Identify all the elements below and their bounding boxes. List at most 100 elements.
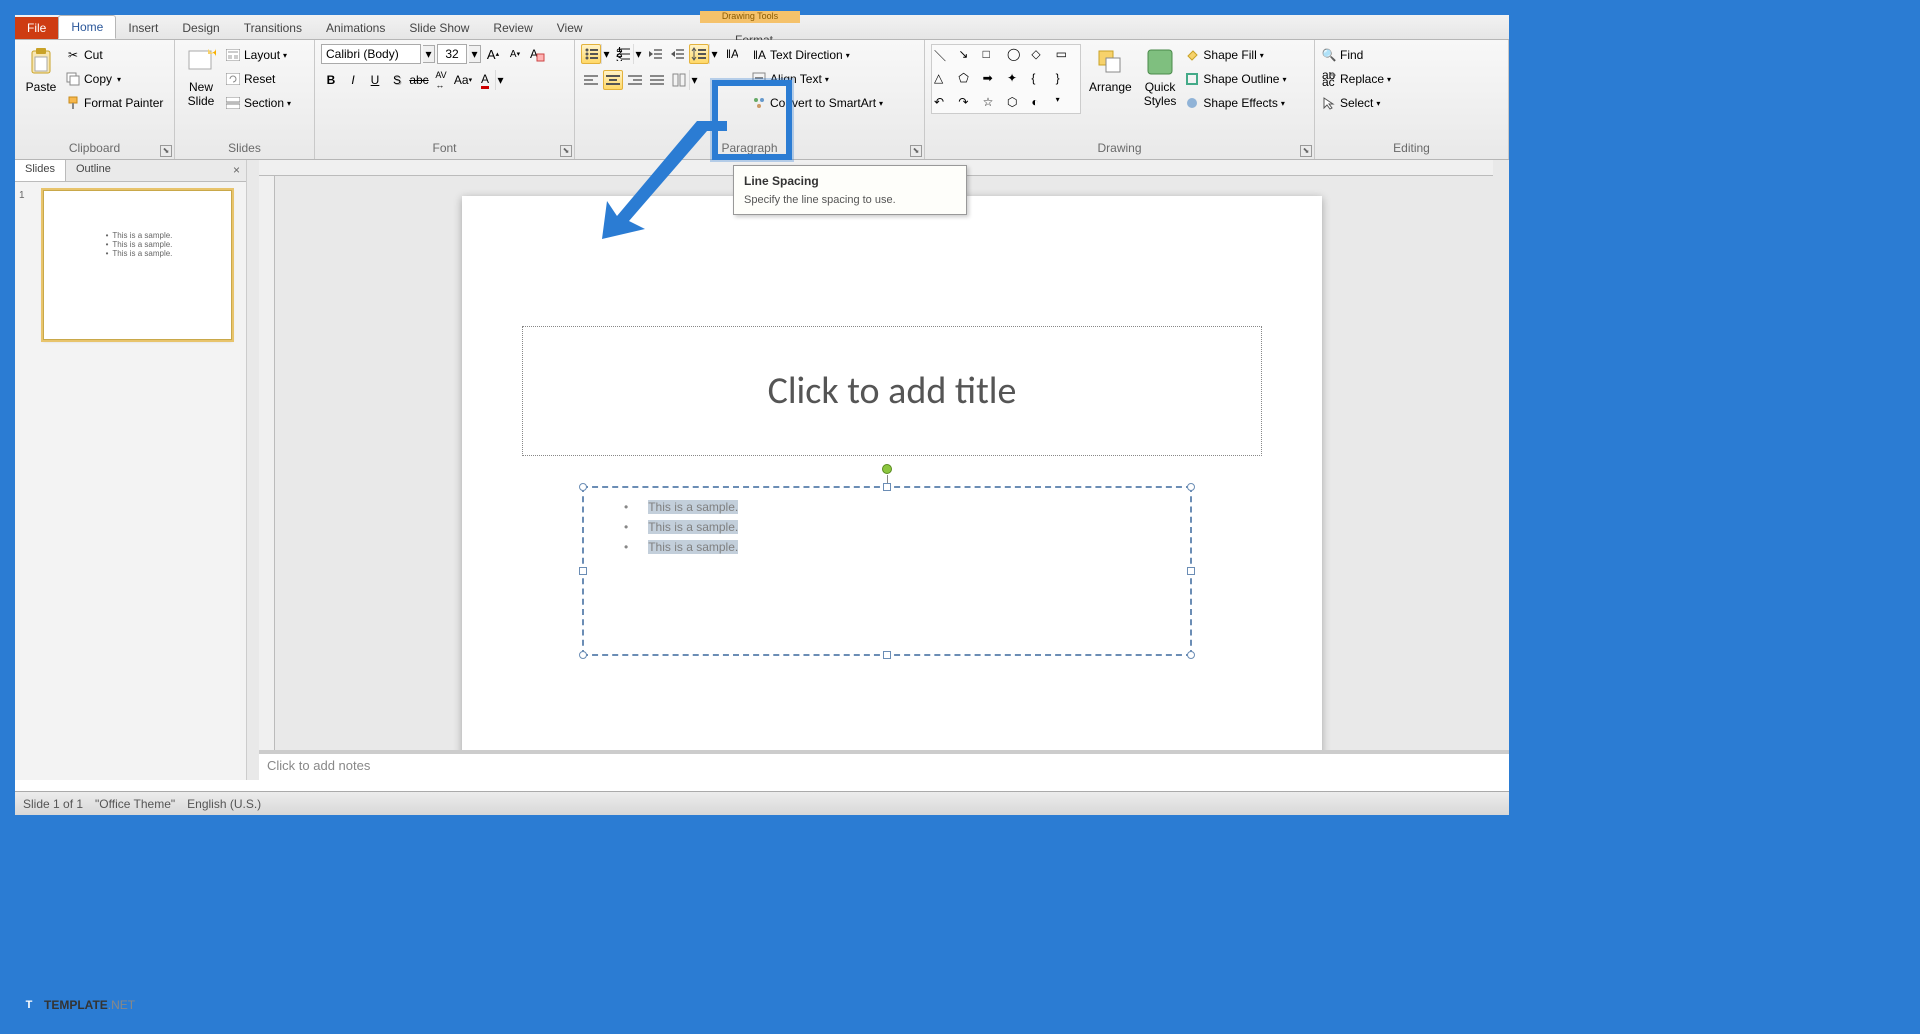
cut-button[interactable]: ✂Cut (65, 44, 163, 66)
editing-group-title: Editing (1393, 141, 1430, 155)
tooltip-body: Specify the line spacing to use. (744, 194, 956, 206)
shape-fill-button[interactable]: Shape Fill▾ (1184, 44, 1286, 66)
sel-handle-ne[interactable] (1187, 483, 1195, 491)
section-button[interactable]: Section▾ (225, 92, 291, 114)
pane-close-button[interactable]: × (227, 160, 246, 181)
shapes-gallery[interactable]: ＼↘□◯◇▭ △⬠➡✦{} ↶↷☆⬡◐▾ (931, 44, 1081, 114)
sel-handle-e[interactable] (1187, 567, 1195, 575)
tab-design[interactable]: Design (170, 17, 231, 39)
convert-smartart-button[interactable]: Convert to SmartArt▾ (751, 92, 883, 114)
slides-tab[interactable]: Slides (15, 160, 66, 181)
tab-slideshow[interactable]: Slide Show (397, 17, 481, 39)
sel-handle-sw[interactable] (579, 651, 587, 659)
align-left-button[interactable] (581, 70, 601, 90)
font-name-dropdown[interactable]: ▾ (423, 45, 435, 63)
find-button[interactable]: 🔍Find (1321, 44, 1363, 66)
font-color-button[interactable]: A (475, 70, 495, 90)
arrange-button[interactable]: Arrange (1085, 44, 1136, 96)
tooltip-title: Line Spacing (744, 174, 956, 188)
align-center-button[interactable] (603, 70, 623, 90)
tab-insert[interactable]: Insert (116, 17, 170, 39)
rotation-handle[interactable] (882, 464, 892, 474)
bullets-button[interactable] (581, 44, 601, 64)
sel-handle-s[interactable] (883, 651, 891, 659)
tab-home[interactable]: Home (58, 15, 116, 39)
text-direction-button[interactable]: ‖AText Direction▾ (751, 44, 883, 66)
content-placeholder[interactable]: •This is a sample. •This is a sample. •T… (582, 486, 1192, 656)
font-size-dropdown[interactable]: ▾ (469, 45, 481, 63)
numbering-dropdown[interactable]: ▾ (633, 44, 643, 64)
drawing-dialog-launcher[interactable]: ⬊ (1300, 145, 1312, 157)
columns-dropdown[interactable]: ▾ (689, 70, 699, 90)
fill-icon (1184, 47, 1200, 63)
layout-button[interactable]: Layout▾ (225, 44, 291, 66)
align-right-button[interactable] (625, 70, 645, 90)
bold-button[interactable]: B (321, 70, 341, 90)
bullet-1[interactable]: This is a sample. (648, 500, 738, 514)
font-dialog-launcher[interactable]: ⬊ (560, 145, 572, 157)
underline-button[interactable]: U (365, 70, 385, 90)
numbering-button[interactable]: 123 (613, 44, 633, 64)
font-color-dropdown[interactable]: ▾ (495, 70, 505, 90)
title-placeholder[interactable]: Click to add title (522, 326, 1262, 456)
shape-outline-button[interactable]: Shape Outline▾ (1184, 68, 1286, 90)
copy-icon (65, 71, 81, 87)
tab-animations[interactable]: Animations (314, 17, 397, 39)
select-button[interactable]: Select▾ (1321, 92, 1380, 114)
tab-file[interactable]: File (15, 17, 58, 39)
clipboard-dialog-launcher[interactable]: ⬊ (160, 145, 172, 157)
strikethrough-button[interactable]: abc (409, 70, 429, 90)
bullet-3[interactable]: This is a sample. (648, 540, 738, 554)
bullet-2[interactable]: This is a sample. (648, 520, 738, 534)
char-spacing-button[interactable]: AV↔ (431, 70, 451, 90)
paste-button[interactable]: Paste (21, 44, 61, 96)
format-painter-button[interactable]: Format Painter (65, 92, 163, 114)
replace-button[interactable]: abacReplace▾ (1321, 68, 1391, 90)
text-direction-toggle[interactable]: ‖A (721, 44, 741, 64)
clipboard-group-title: Clipboard (69, 141, 120, 155)
bullets-dropdown[interactable]: ▾ (601, 44, 611, 64)
shape-effects-button[interactable]: Shape Effects▾ (1184, 92, 1286, 114)
slide-thumbnail-1[interactable]: This is a sample. This is a sample. This… (43, 190, 232, 340)
new-slide-button[interactable]: ✦ New Slide (181, 44, 221, 110)
increase-indent-button[interactable] (667, 44, 687, 64)
status-language[interactable]: English (U.S.) (187, 797, 261, 811)
sel-handle-w[interactable] (579, 567, 587, 575)
decrease-indent-button[interactable] (645, 44, 665, 64)
layout-icon (225, 47, 241, 63)
line-spacing-button[interactable] (689, 44, 709, 64)
slide-canvas[interactable]: Click to add title •This is a sample. •T… (462, 196, 1322, 776)
paragraph-dialog-launcher[interactable]: ⬊ (910, 145, 922, 157)
status-theme: "Office Theme" (95, 797, 175, 811)
sel-handle-nw[interactable] (579, 483, 587, 491)
shrink-font-button[interactable]: A▾ (505, 44, 525, 64)
change-case-button[interactable]: Aa▾ (453, 70, 473, 90)
contextual-tab-label: Drawing Tools (700, 11, 800, 23)
shadow-button[interactable]: S (387, 70, 407, 90)
clear-formatting-button[interactable]: A (527, 44, 547, 64)
font-name-combo[interactable]: Calibri (Body) (321, 44, 421, 64)
line-spacing-dropdown[interactable]: ▾ (709, 44, 719, 64)
justify-button[interactable] (647, 70, 667, 90)
quick-styles-button[interactable]: Quick Styles (1140, 44, 1181, 110)
columns-button[interactable] (669, 70, 689, 90)
paste-label: Paste (26, 80, 57, 94)
font-size-combo[interactable]: 32 (437, 44, 467, 64)
vertical-ruler[interactable] (259, 176, 275, 780)
sel-handle-se[interactable] (1187, 651, 1195, 659)
paste-icon (25, 46, 57, 78)
svg-text:✦: ✦ (211, 47, 216, 60)
sel-handle-n[interactable] (883, 483, 891, 491)
outline-tab[interactable]: Outline (66, 160, 121, 181)
tab-transitions[interactable]: Transitions (232, 17, 314, 39)
tab-view[interactable]: View (545, 17, 595, 39)
notes-pane[interactable]: Click to add notes (259, 750, 1509, 780)
reset-button[interactable]: Reset (225, 68, 291, 90)
svg-text:‖A: ‖A (726, 47, 738, 61)
italic-button[interactable]: I (343, 70, 363, 90)
align-text-button[interactable]: Align Text▾ (751, 68, 883, 90)
grow-font-button[interactable]: A▴ (483, 44, 503, 64)
paragraph-group-title: Paragraph (721, 141, 777, 155)
copy-button[interactable]: Copy▾ (65, 68, 163, 90)
tab-review[interactable]: Review (481, 17, 544, 39)
